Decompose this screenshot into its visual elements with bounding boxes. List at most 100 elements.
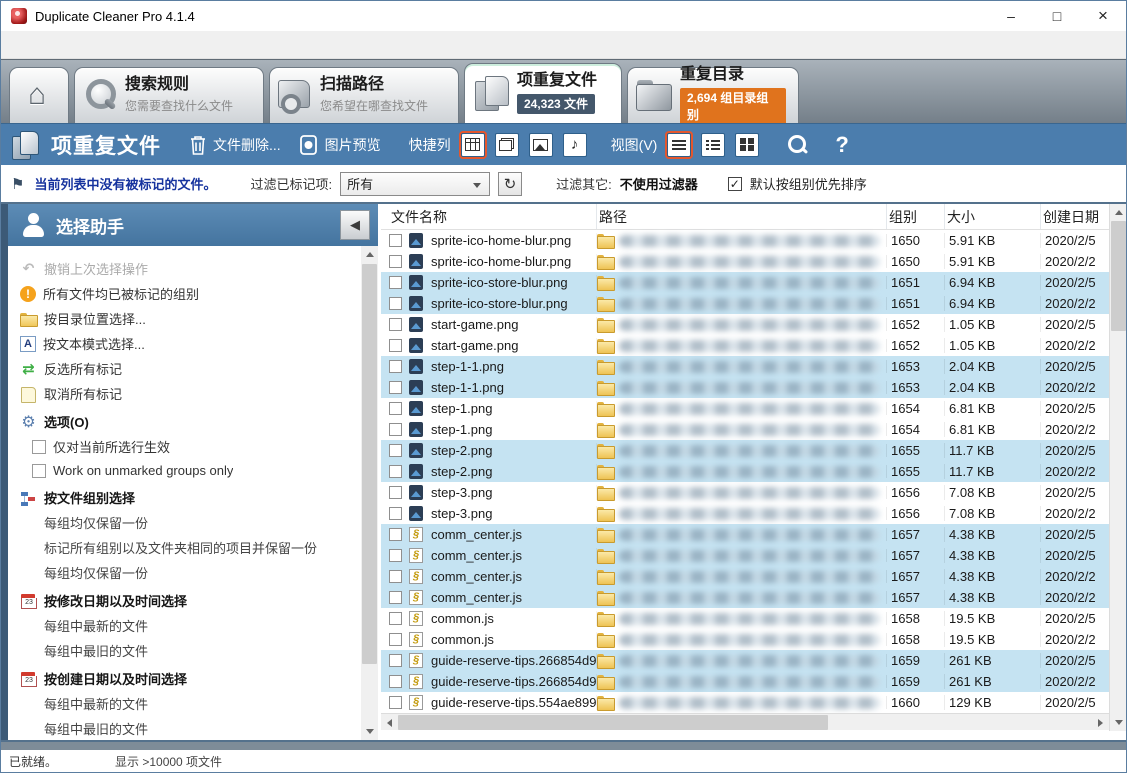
sort-by-group-checkbox[interactable]: ✓: [728, 177, 742, 191]
filter-marked-dropdown[interactable]: 所有: [340, 172, 490, 196]
menu-item[interactable]: [59, 41, 79, 49]
quickcol-grid-button[interactable]: [461, 133, 485, 157]
menu-item[interactable]: [35, 41, 55, 49]
view-tiles-button[interactable]: [735, 133, 759, 157]
sidebar-item[interactable]: 按创建日期以及时间选择: [20, 666, 354, 691]
scroll-down-arrow[interactable]: [1110, 714, 1126, 731]
row-checkbox[interactable]: [389, 486, 402, 499]
maximize-button[interactable]: □: [1034, 1, 1080, 31]
row-checkbox[interactable]: [389, 612, 402, 625]
row-checkbox[interactable]: [389, 318, 402, 331]
row-checkbox[interactable]: [389, 255, 402, 268]
collapse-panel-button[interactable]: ◀: [340, 210, 370, 240]
tab-scan-path[interactable]: 扫描路径 您希望在哪查找文件: [269, 67, 459, 123]
row-checkbox[interactable]: [389, 654, 402, 667]
minimize-button[interactable]: –: [988, 1, 1034, 31]
row-checkbox[interactable]: [389, 360, 402, 373]
table-row[interactable]: sprite-ico-home-blur.png 1650 5.91 KB 20…: [381, 251, 1126, 272]
row-checkbox[interactable]: [389, 297, 402, 310]
file-delete-button[interactable]: 文件删除...: [185, 132, 285, 158]
table-row[interactable]: comm_center.js 1657 4.38 KB 2020/2/5: [381, 545, 1126, 566]
row-checkbox[interactable]: [389, 465, 402, 478]
sidebar-item[interactable]: 按修改日期以及时间选择: [20, 588, 354, 613]
tab-duplicate-files[interactable]: 项重复文件 24,323 文件: [464, 63, 622, 123]
close-button[interactable]: ×: [1080, 1, 1126, 31]
tab-home[interactable]: ⌂: [9, 67, 69, 123]
table-row[interactable]: sprite-ico-store-blur.png 1651 6.94 KB 2…: [381, 272, 1126, 293]
column-header-created[interactable]: 创建日期: [1041, 204, 1111, 229]
row-checkbox[interactable]: [389, 549, 402, 562]
sidebar-checkbox[interactable]: [32, 440, 46, 454]
row-checkbox[interactable]: [389, 402, 402, 415]
table-row[interactable]: step-1-1.png 1653 2.04 KB 2020/2/2: [381, 377, 1126, 398]
row-checkbox[interactable]: [389, 444, 402, 457]
row-checkbox[interactable]: [389, 528, 402, 541]
table-row[interactable]: guide-reserve-tips.266854d9... 1659 261 …: [381, 650, 1126, 671]
row-checkbox[interactable]: [389, 276, 402, 289]
refresh-button[interactable]: ↻: [498, 172, 522, 196]
scrollbar-thumb[interactable]: [1111, 221, 1126, 331]
table-row[interactable]: comm_center.js 1657 4.38 KB 2020/2/2: [381, 566, 1126, 587]
quickcol-windows-button[interactable]: [495, 133, 519, 157]
table-row[interactable]: step-1.png 1654 6.81 KB 2020/2/2: [381, 419, 1126, 440]
row-checkbox[interactable]: [389, 339, 402, 352]
tab-search-rules[interactable]: 搜索规则 您需要查找什么文件: [74, 67, 264, 123]
quickcol-music-button[interactable]: ♪: [563, 133, 587, 157]
menu-item[interactable]: [83, 41, 103, 49]
scroll-down-arrow[interactable]: [361, 723, 378, 740]
sidebar-item[interactable]: ⚙ 选项(O): [20, 409, 354, 434]
row-checkbox[interactable]: [389, 423, 402, 436]
row-checkbox[interactable]: [389, 381, 402, 394]
table-row[interactable]: common.js 1658 19.5 KB 2020/2/2: [381, 629, 1126, 650]
sidebar-item[interactable]: 每组均仅保留一份: [20, 560, 354, 585]
scrollbar-thumb[interactable]: [398, 715, 828, 730]
sidebar-item[interactable]: 每组中最旧的文件: [20, 716, 354, 740]
table-row[interactable]: step-1-1.png 1653 2.04 KB 2020/2/5: [381, 356, 1126, 377]
sidebar-item[interactable]: 按目录位置选择...: [20, 306, 354, 331]
sidebar-item[interactable]: 按文件组别选择: [20, 485, 354, 510]
sidebar-item[interactable]: 标记所有组别以及文件夹相同的项目并保留一份: [20, 535, 354, 560]
table-row[interactable]: sprite-ico-store-blur.png 1651 6.94 KB 2…: [381, 293, 1126, 314]
table-row[interactable]: sprite-ico-home-blur.png 1650 5.91 KB 20…: [381, 230, 1126, 251]
column-header-group[interactable]: 组别: [887, 204, 945, 229]
sidebar-checkbox[interactable]: [32, 464, 46, 478]
sidebar-item[interactable]: Work on unmarked groups only: [20, 459, 354, 482]
column-header-size[interactable]: 大小: [945, 204, 1041, 229]
sidebar-item[interactable]: 每组中最旧的文件: [20, 638, 354, 663]
sidebar-item[interactable]: ! 所有文件均已被标记的组别: [20, 281, 354, 306]
table-row[interactable]: guide-reserve-tips.266854d9... 1659 261 …: [381, 671, 1126, 692]
scroll-up-arrow[interactable]: [361, 246, 378, 263]
row-checkbox[interactable]: [389, 570, 402, 583]
sidebar-scrollbar[interactable]: [361, 246, 378, 740]
table-row[interactable]: step-1.png 1654 6.81 KB 2020/2/5: [381, 398, 1126, 419]
column-header-filename[interactable]: 文件名称: [389, 204, 597, 229]
menu-item[interactable]: [11, 41, 31, 49]
row-checkbox[interactable]: [389, 696, 402, 709]
row-checkbox[interactable]: [389, 633, 402, 646]
table-row[interactable]: start-game.png 1652 1.05 KB 2020/2/2: [381, 335, 1126, 356]
table-row[interactable]: step-3.png 1656 7.08 KB 2020/2/5: [381, 482, 1126, 503]
sidebar-item[interactable]: 每组中最新的文件: [20, 613, 354, 638]
tab-duplicate-folders[interactable]: 重复目录 2,694 组目录组别: [627, 67, 799, 123]
table-row[interactable]: step-2.png 1655 11.7 KB 2020/2/2: [381, 461, 1126, 482]
sidebar-item[interactable]: A 按文本模式选择...: [20, 331, 354, 356]
sidebar-item[interactable]: ⇄ 反选所有标记: [20, 356, 354, 381]
table-row[interactable]: step-2.png 1655 11.7 KB 2020/2/5: [381, 440, 1126, 461]
view-details-button[interactable]: [701, 133, 725, 157]
row-checkbox[interactable]: [389, 591, 402, 604]
help-icon[interactable]: ?: [835, 132, 848, 158]
horizontal-scrollbar[interactable]: [381, 713, 1109, 730]
search-icon[interactable]: [787, 134, 809, 156]
scroll-right-arrow[interactable]: [1092, 714, 1109, 731]
sidebar-item[interactable]: 每组中最新的文件: [20, 691, 354, 716]
scrollbar-thumb[interactable]: [362, 264, 377, 664]
sidebar-item[interactable]: 取消所有标记: [20, 381, 354, 406]
table-row[interactable]: comm_center.js 1657 4.38 KB 2020/2/5: [381, 524, 1126, 545]
vertical-scrollbar[interactable]: [1109, 204, 1126, 731]
scroll-left-arrow[interactable]: [381, 714, 398, 731]
sidebar-item[interactable]: ↶ 撤销上次选择操作: [20, 256, 354, 281]
table-row[interactable]: guide-reserve-tips.554ae8999... 1660 129…: [381, 692, 1126, 713]
row-checkbox[interactable]: [389, 507, 402, 520]
image-preview-button[interactable]: 图片预览: [295, 132, 385, 158]
row-checkbox[interactable]: [389, 675, 402, 688]
